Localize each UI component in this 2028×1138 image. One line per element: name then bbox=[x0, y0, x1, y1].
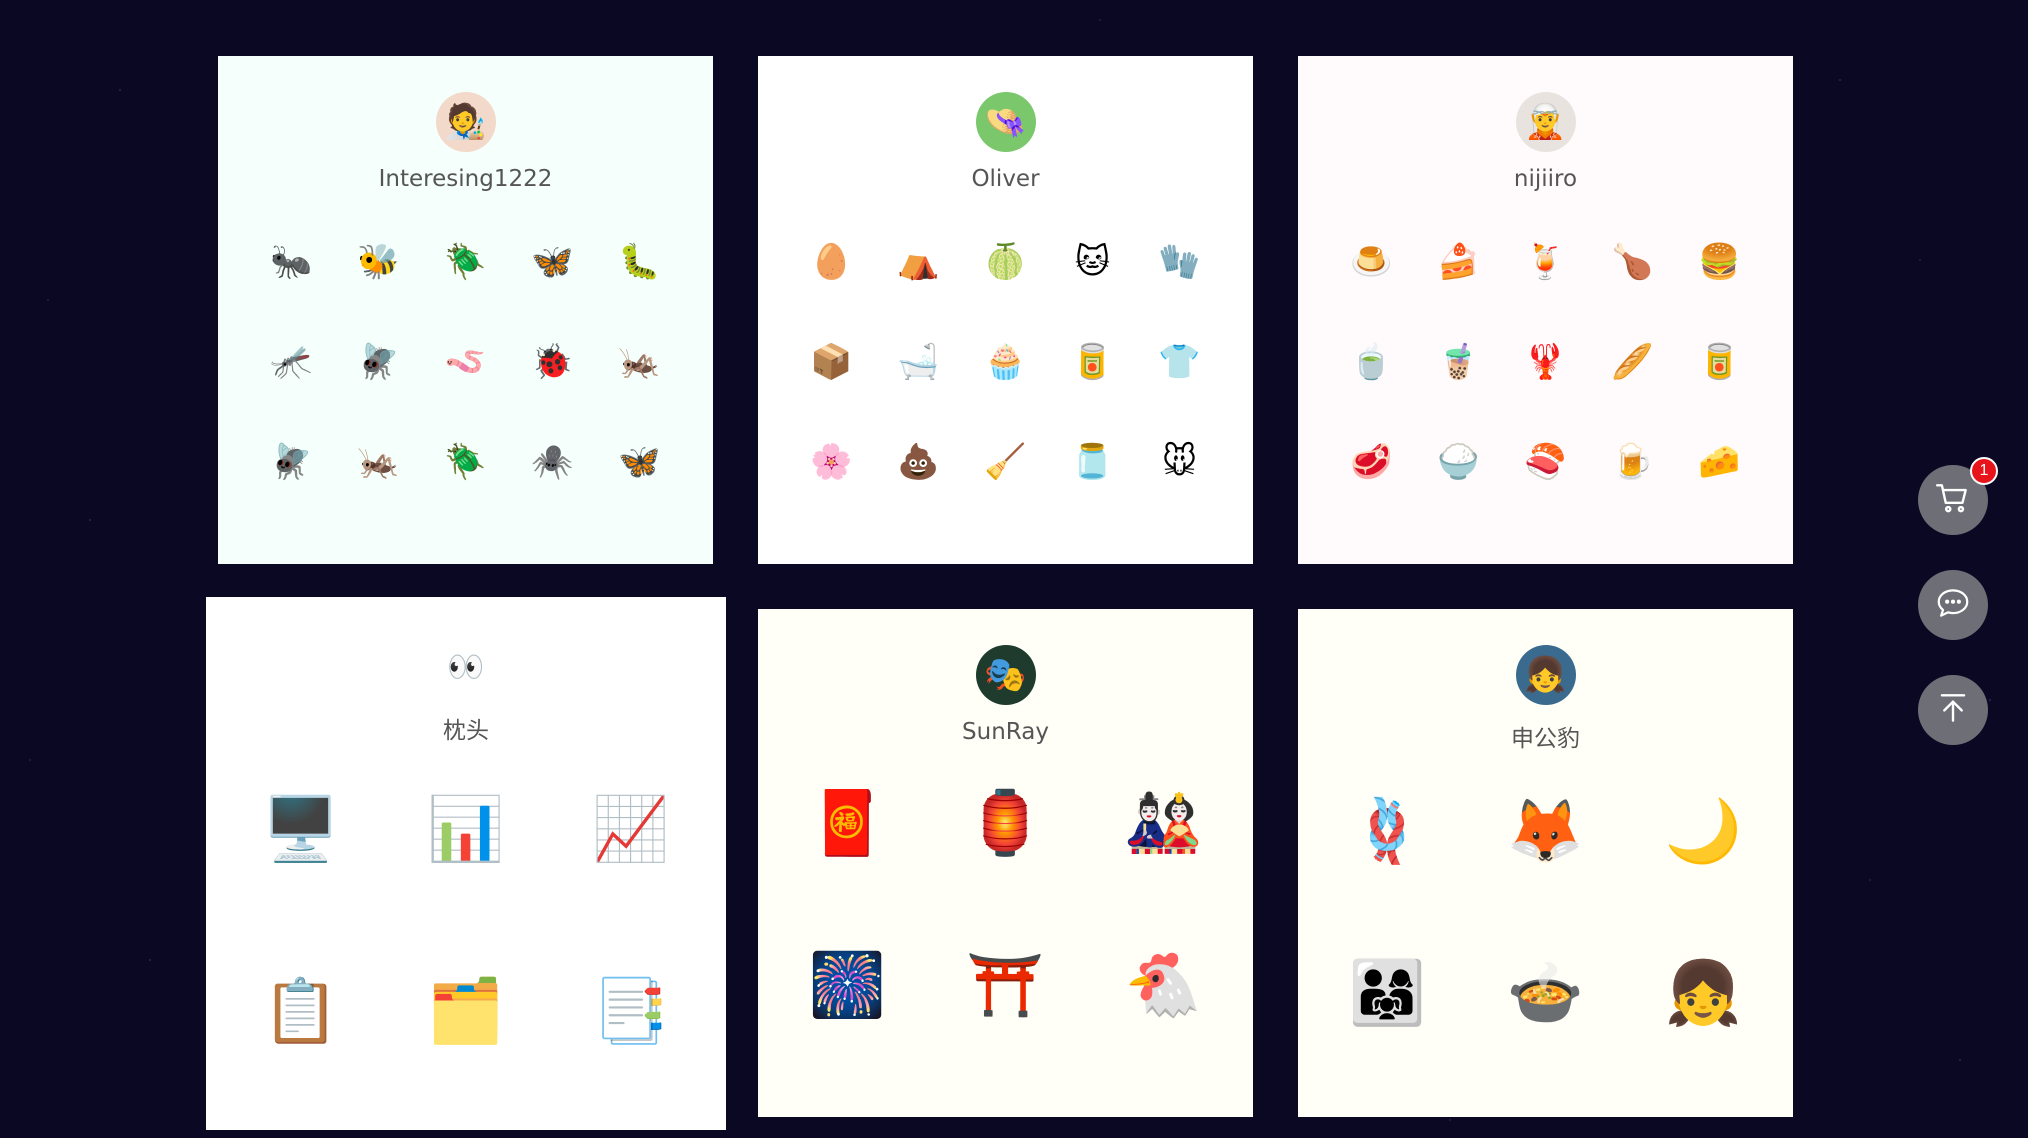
pudding-icon[interactable]: 🍮 bbox=[1342, 232, 1402, 292]
fox-illustration[interactable]: 🦊 bbox=[1496, 781, 1596, 881]
user-name[interactable]: 申公豹 bbox=[1511, 719, 1580, 753]
hotpot-illustration[interactable]: 🍲 bbox=[1496, 943, 1596, 1043]
bubble-tea-icon[interactable]: 🧋 bbox=[1429, 332, 1489, 392]
temple-illustration[interactable]: ⛩️ bbox=[956, 935, 1056, 1035]
flea-icon[interactable]: 🦗 bbox=[610, 332, 670, 392]
illustration-grid: 🧧 🏮 🎎 🎆 ⛩️ 🐔 bbox=[798, 773, 1214, 1035]
workspace-illustration[interactable]: 🖥️ bbox=[251, 779, 351, 879]
user-card-interesing1222[interactable]: 🧑‍🎨 Interesing1222 🐜 🐝 🪲 🦋 🐛 🦟 🪰 🪱 🐞 🦗 🪰… bbox=[218, 56, 713, 564]
dashboard-illustration[interactable]: 📊 bbox=[416, 779, 516, 879]
cake-icon[interactable]: 🍰 bbox=[1429, 232, 1489, 292]
box-icon[interactable]: 📦 bbox=[802, 332, 862, 392]
girl-illustration[interactable]: 👧 bbox=[1654, 943, 1754, 1043]
avatar[interactable]: 👀 bbox=[436, 637, 496, 697]
user-card-oliver[interactable]: 👒 Oliver 🥚 ⛺ 🍈 🐱 🧤 📦 🛁 🧁 🥫 👕 🌸 💩 🧹 🫙 🐭 bbox=[758, 56, 1253, 564]
rice-bowl-icon[interactable]: 🍚 bbox=[1429, 432, 1489, 492]
burger-icon[interactable]: 🍔 bbox=[1690, 232, 1750, 292]
butterfly-icon[interactable]: 🦋 bbox=[523, 232, 583, 292]
icon-grid: 🐜 🐝 🪲 🦋 🐛 🦟 🪰 🪱 🐞 🦗 🪰 🦗 🪲 🕷️ 🦋 bbox=[262, 232, 670, 492]
illustration-grid: 🪢 🦊 🌙 👨‍👩‍👧 🍲 👧 bbox=[1338, 781, 1754, 1043]
user-name[interactable]: Interesing1222 bbox=[379, 166, 553, 192]
avatar[interactable]: 🎭 bbox=[975, 645, 1036, 705]
beer-icon[interactable]: 🍺 bbox=[1603, 432, 1663, 492]
cheese-icon[interactable]: 🧀 bbox=[1690, 432, 1750, 492]
chicken-leg-icon[interactable]: 🍗 bbox=[1603, 232, 1663, 292]
user-name[interactable]: Oliver bbox=[971, 166, 1039, 192]
flower-icon[interactable]: 🌸 bbox=[802, 432, 862, 492]
soda-can-icon[interactable]: 🥫 bbox=[1690, 332, 1750, 392]
bathtub-icon[interactable]: 🛁 bbox=[889, 332, 949, 392]
avatar[interactable]: 👧 bbox=[1515, 645, 1576, 705]
egg-icon[interactable]: 🥚 bbox=[802, 232, 862, 292]
cupcake-icon[interactable]: 🧁 bbox=[976, 332, 1036, 392]
user-card-pillow[interactable]: 👀 枕头 🖥️ 📊 📈 📋 🗂️ 📑 bbox=[206, 597, 726, 1130]
cart-icon bbox=[1934, 479, 1972, 521]
illustration-grid: 🖥️ 📊 📈 📋 🗂️ 📑 bbox=[251, 779, 681, 1061]
lantern-card-illustration[interactable]: 🏮 bbox=[956, 773, 1056, 873]
poop-icon[interactable]: 💩 bbox=[889, 432, 949, 492]
user-name[interactable]: nijiiro bbox=[1514, 166, 1577, 192]
chinese-knot-illustration[interactable]: 🪢 bbox=[1338, 781, 1438, 881]
back-to-top-icon bbox=[1934, 689, 1972, 731]
spider-icon[interactable]: 🕷️ bbox=[523, 432, 583, 492]
family-portrait-illustration[interactable]: 👨‍👩‍👧 bbox=[1338, 943, 1438, 1043]
mouse-icon[interactable]: 🐭 bbox=[1150, 432, 1210, 492]
avatar[interactable]: 👒 bbox=[975, 92, 1036, 152]
mosquito-icon[interactable]: 🦟 bbox=[262, 332, 322, 392]
back-to-top-button[interactable] bbox=[1918, 675, 1988, 745]
cart-count-badge: 1 bbox=[1970, 457, 1998, 485]
family-card-illustration[interactable]: 🎎 bbox=[1114, 773, 1214, 873]
user-name[interactable]: SunRay bbox=[962, 719, 1049, 745]
festival-card-illustration[interactable]: 🧧 bbox=[798, 773, 898, 873]
analytics-illustration[interactable]: 📋 bbox=[251, 961, 351, 1061]
sushi-icon[interactable]: 🍣 bbox=[1516, 432, 1576, 492]
user-card-sunray[interactable]: 🎭 SunRay 🧧 🏮 🎎 🎆 ⛩️ 🐔 bbox=[758, 609, 1253, 1117]
dragonfly-icon[interactable]: 🪰 bbox=[349, 332, 409, 392]
shirt-icon[interactable]: 👕 bbox=[1150, 332, 1210, 392]
cat-icon[interactable]: 🐱 bbox=[1063, 232, 1123, 292]
cart-button[interactable]: 1 bbox=[1918, 457, 1998, 535]
green-beetle-icon[interactable]: 🪲 bbox=[436, 432, 496, 492]
icon-grid: 🍮 🍰 🍹 🍗 🍔 🍵 🧋 🦞 🥖 🥫 🥩 🍚 🍣 🍺 🧀 bbox=[1342, 232, 1750, 492]
yellow-butterfly-icon[interactable]: 🦋 bbox=[610, 432, 670, 492]
caterpillar-icon[interactable]: 🐛 bbox=[610, 232, 670, 292]
user-name[interactable]: 枕头 bbox=[443, 711, 489, 745]
tent-icon[interactable]: ⛺ bbox=[889, 232, 949, 292]
oven-mitt-icon[interactable]: 🧤 bbox=[1150, 232, 1210, 292]
beetle-icon[interactable]: 🪲 bbox=[436, 232, 496, 292]
report-illustration[interactable]: 📑 bbox=[581, 961, 681, 1061]
fly-icon[interactable]: 🪰 bbox=[262, 432, 322, 492]
broom-icon[interactable]: 🧹 bbox=[976, 432, 1036, 492]
team-illustration[interactable]: 🗂️ bbox=[416, 961, 516, 1061]
tea-icon[interactable]: 🍵 bbox=[1342, 332, 1402, 392]
bee-icon[interactable]: 🐝 bbox=[349, 232, 409, 292]
ant-icon[interactable]: 🐜 bbox=[262, 232, 322, 292]
cocktail-icon[interactable]: 🍹 bbox=[1516, 232, 1576, 292]
fireworks-card-illustration[interactable]: 🎆 bbox=[798, 935, 898, 1035]
lobster-icon[interactable]: 🦞 bbox=[1516, 332, 1576, 392]
steak-icon[interactable]: 🥩 bbox=[1342, 432, 1402, 492]
chat-icon bbox=[1934, 584, 1972, 626]
night-scene-illustration[interactable]: 🌙 bbox=[1654, 781, 1754, 881]
baguette-icon[interactable]: 🥖 bbox=[1603, 332, 1663, 392]
icon-grid: 🥚 ⛺ 🍈 🐱 🧤 📦 🛁 🧁 🥫 👕 🌸 💩 🧹 🫙 🐭 bbox=[802, 232, 1210, 492]
grasshopper-icon[interactable]: 🦗 bbox=[349, 432, 409, 492]
ladybug-icon[interactable]: 🐞 bbox=[523, 332, 583, 392]
avatar[interactable]: 🧝 bbox=[1515, 92, 1576, 152]
presentation-illustration[interactable]: 📈 bbox=[581, 779, 681, 879]
melon-bun-icon[interactable]: 🍈 bbox=[976, 232, 1036, 292]
user-card-shengongbao[interactable]: 👧 申公豹 🪢 🦊 🌙 👨‍👩‍👧 🍲 👧 bbox=[1298, 609, 1793, 1117]
jar-icon[interactable]: 🫙 bbox=[1063, 432, 1123, 492]
user-card-nijiiro[interactable]: 🧝 nijiiro 🍮 🍰 🍹 🍗 🍔 🍵 🧋 🦞 🥖 🥫 🥩 🍚 🍣 🍺 🧀 bbox=[1298, 56, 1793, 564]
can-icon[interactable]: 🥫 bbox=[1063, 332, 1123, 392]
rooster-box-illustration[interactable]: 🐔 bbox=[1114, 935, 1214, 1035]
avatar[interactable]: 🧑‍🎨 bbox=[435, 92, 496, 152]
chat-button[interactable] bbox=[1918, 570, 1988, 640]
worm-icon[interactable]: 🪱 bbox=[436, 332, 496, 392]
